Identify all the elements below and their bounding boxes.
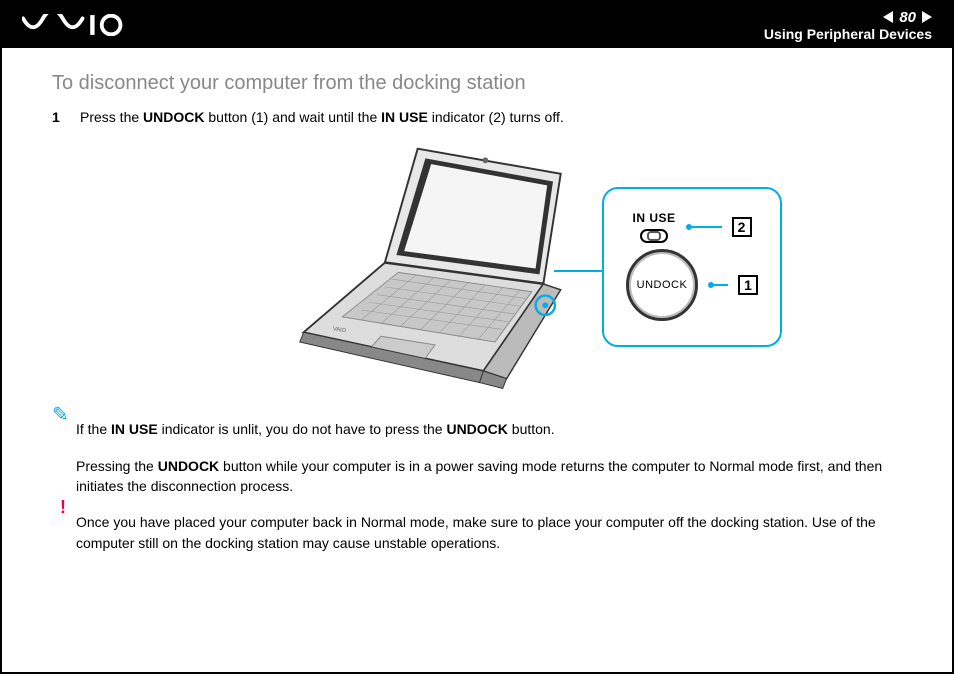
undock-button-icon: UNDOCK	[626, 249, 698, 321]
note-1: ✎ If the IN USE indicator is unlit, you …	[76, 419, 902, 439]
step-number: 1	[52, 109, 66, 125]
laptop-illustration: VAIO	[292, 139, 582, 395]
figure: VAIO IN USE 2 UNDOCK	[172, 139, 902, 395]
vaio-logo	[22, 14, 132, 36]
callout-box: IN USE 2 UNDOCK 1	[602, 187, 782, 347]
page-number: 80	[899, 9, 916, 26]
header-right: 80 Using Peripheral Devices	[764, 9, 932, 42]
page-nav: 80	[883, 9, 932, 26]
note-icon: ✎	[52, 401, 69, 430]
laptop-svg: VAIO	[292, 139, 582, 390]
callout-undock: UNDOCK 1	[626, 249, 758, 321]
note-2: Pressing the UNDOCK button while your co…	[76, 456, 902, 497]
ref-1: 1	[738, 275, 758, 295]
step-text: Press the UNDOCK button (1) and wait unt…	[80, 109, 564, 125]
page-content: To disconnect your computer from the doc…	[2, 48, 952, 553]
ref-2: 2	[732, 217, 752, 237]
step-1: 1 Press the UNDOCK button (1) and wait u…	[52, 109, 902, 125]
prev-page-icon[interactable]	[883, 11, 893, 23]
callout-wrapper: IN USE 2 UNDOCK 1	[602, 187, 782, 347]
warning-note: ! Once you have placed your computer bac…	[76, 512, 902, 553]
manual-page: 80 Using Peripheral Devices To disconnec…	[0, 0, 954, 674]
section-title: Using Peripheral Devices	[764, 26, 932, 42]
next-page-icon[interactable]	[922, 11, 932, 23]
connector-line	[554, 270, 602, 272]
page-header: 80 Using Peripheral Devices	[2, 2, 952, 48]
page-title: To disconnect your computer from the doc…	[52, 72, 902, 95]
in-use-label: IN USE	[632, 211, 675, 225]
warning-icon: !	[60, 494, 66, 520]
in-use-indicator-icon	[640, 229, 668, 243]
vaio-logo-svg	[22, 14, 132, 36]
callout-in-use: IN USE 2	[626, 211, 758, 243]
